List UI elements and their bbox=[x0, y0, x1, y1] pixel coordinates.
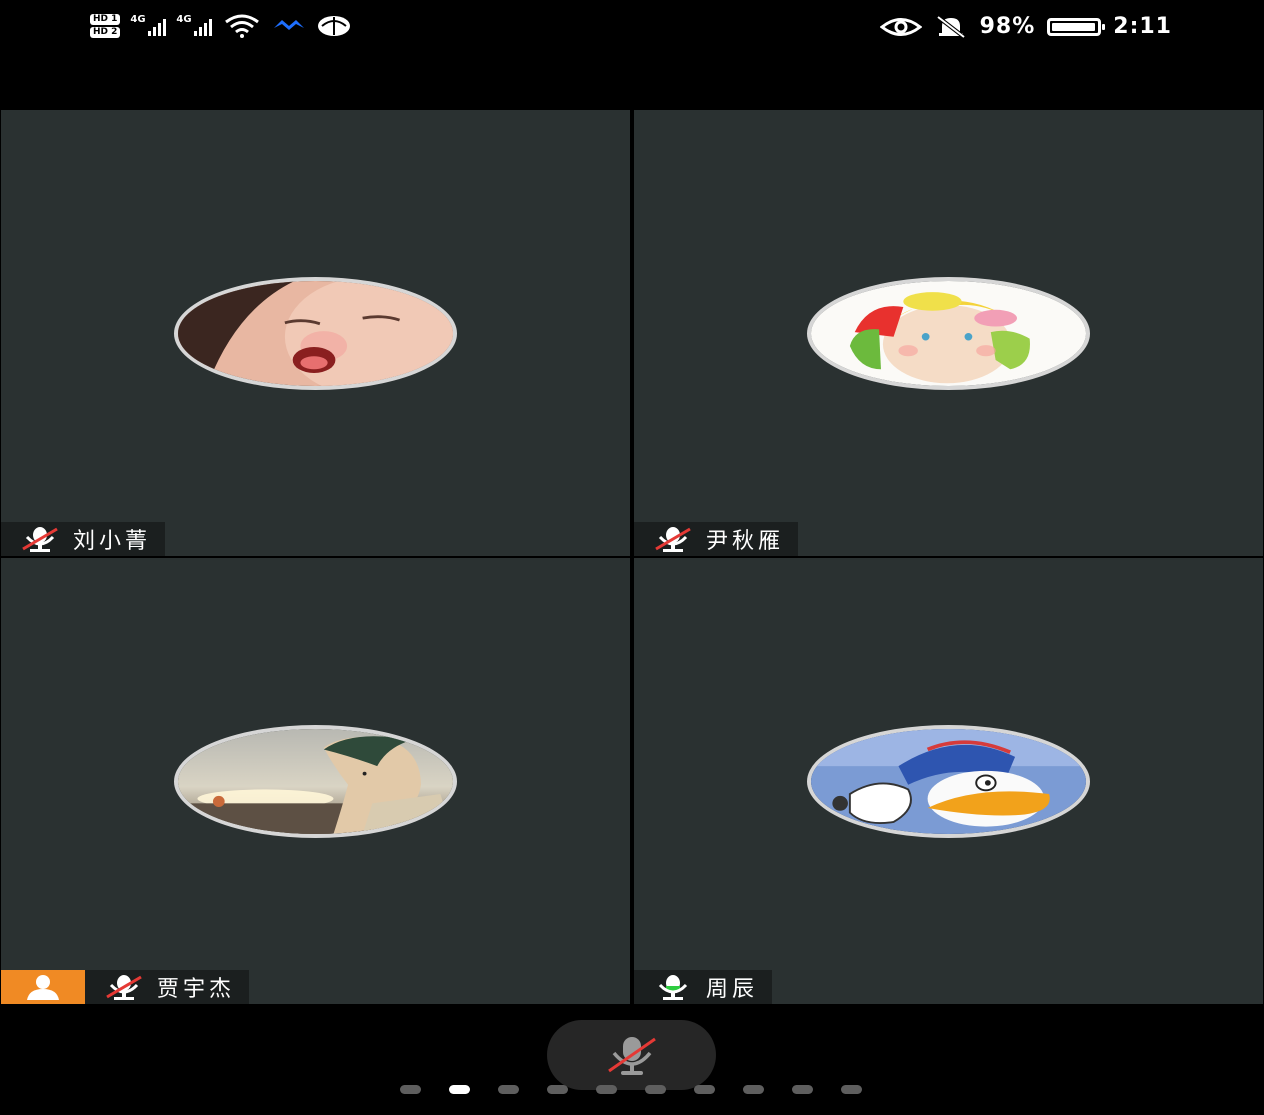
signal-2-icon: 4G bbox=[176, 14, 213, 36]
status-bar: HD 1 HD 2 4G 4G 98% 2:11 bbox=[0, 0, 1264, 60]
participant-name: 周辰 bbox=[706, 977, 759, 1002]
page-dot[interactable] bbox=[743, 1085, 764, 1094]
participant-namebar: 尹秋雁 bbox=[634, 522, 799, 556]
page-dot-active[interactable] bbox=[449, 1085, 470, 1094]
participant-avatar bbox=[807, 725, 1090, 838]
page-indicator bbox=[400, 1085, 862, 1094]
status-left-icons: HD 1 HD 2 4G 4G bbox=[90, 14, 352, 38]
page-dot[interactable] bbox=[841, 1085, 862, 1094]
eye-comfort-icon bbox=[879, 17, 922, 36]
hd-badge-2: HD 2 bbox=[90, 27, 121, 38]
participant-label: 贾宇杰 bbox=[85, 970, 250, 1004]
participant-label: 刘小菁 bbox=[1, 522, 166, 556]
mic-active-icon bbox=[658, 975, 688, 1000]
participant-grid: 刘小菁 尹秋雁 贾宇杰 周辰 bbox=[0, 109, 1264, 1005]
participant-avatar bbox=[174, 277, 457, 390]
participant-name: 刘小菁 bbox=[73, 529, 152, 554]
participant-tile[interactable]: 刘小菁 bbox=[1, 110, 630, 556]
battery-percentage: 98% bbox=[979, 14, 1036, 39]
participant-avatar bbox=[807, 277, 1090, 390]
mic-muted-icon bbox=[607, 1037, 656, 1075]
participant-label: 尹秋雁 bbox=[634, 522, 799, 556]
mic-muted-icon bbox=[655, 527, 691, 552]
bottom-controls bbox=[0, 1005, 1264, 1115]
participant-tile[interactable]: 尹秋雁 bbox=[634, 110, 1263, 556]
participant-namebar: 贾宇杰 bbox=[1, 970, 250, 1004]
hd-badges: HD 1 HD 2 bbox=[90, 14, 121, 38]
page-dot[interactable] bbox=[400, 1085, 421, 1094]
host-person-icon bbox=[27, 975, 59, 1000]
clock: 2:11 bbox=[1113, 14, 1172, 39]
host-badge bbox=[1, 970, 85, 1004]
page-dot[interactable] bbox=[694, 1085, 715, 1094]
app-notification-icon bbox=[274, 20, 305, 30]
participant-namebar: 周辰 bbox=[634, 970, 773, 1004]
battery-icon bbox=[1047, 17, 1106, 36]
participant-avatar bbox=[174, 725, 457, 838]
hd-badge-1: HD 1 bbox=[90, 14, 121, 25]
page-dot[interactable] bbox=[498, 1085, 519, 1094]
page-dot[interactable] bbox=[596, 1085, 617, 1094]
participant-name: 尹秋雁 bbox=[706, 529, 785, 554]
participant-tile[interactable]: 贾宇杰 bbox=[1, 558, 630, 1004]
participant-label: 周辰 bbox=[634, 970, 773, 1004]
mute-bell-icon bbox=[936, 14, 965, 39]
participant-namebar: 刘小菁 bbox=[1, 522, 166, 556]
mic-muted-icon bbox=[22, 527, 58, 552]
page-dot[interactable] bbox=[645, 1085, 666, 1094]
mute-toggle-button[interactable] bbox=[547, 1020, 716, 1090]
page-dot[interactable] bbox=[792, 1085, 813, 1094]
page-dot[interactable] bbox=[547, 1085, 568, 1094]
signal-1-icon: 4G bbox=[130, 14, 167, 36]
participant-name: 贾宇杰 bbox=[157, 977, 236, 1002]
mic-muted-icon bbox=[106, 975, 142, 1000]
vpn-globe-icon bbox=[318, 16, 351, 36]
wifi-icon bbox=[225, 14, 260, 38]
participant-tile[interactable]: 周辰 bbox=[634, 558, 1263, 1004]
status-right-icons: 98% 2:11 bbox=[879, 14, 1172, 39]
